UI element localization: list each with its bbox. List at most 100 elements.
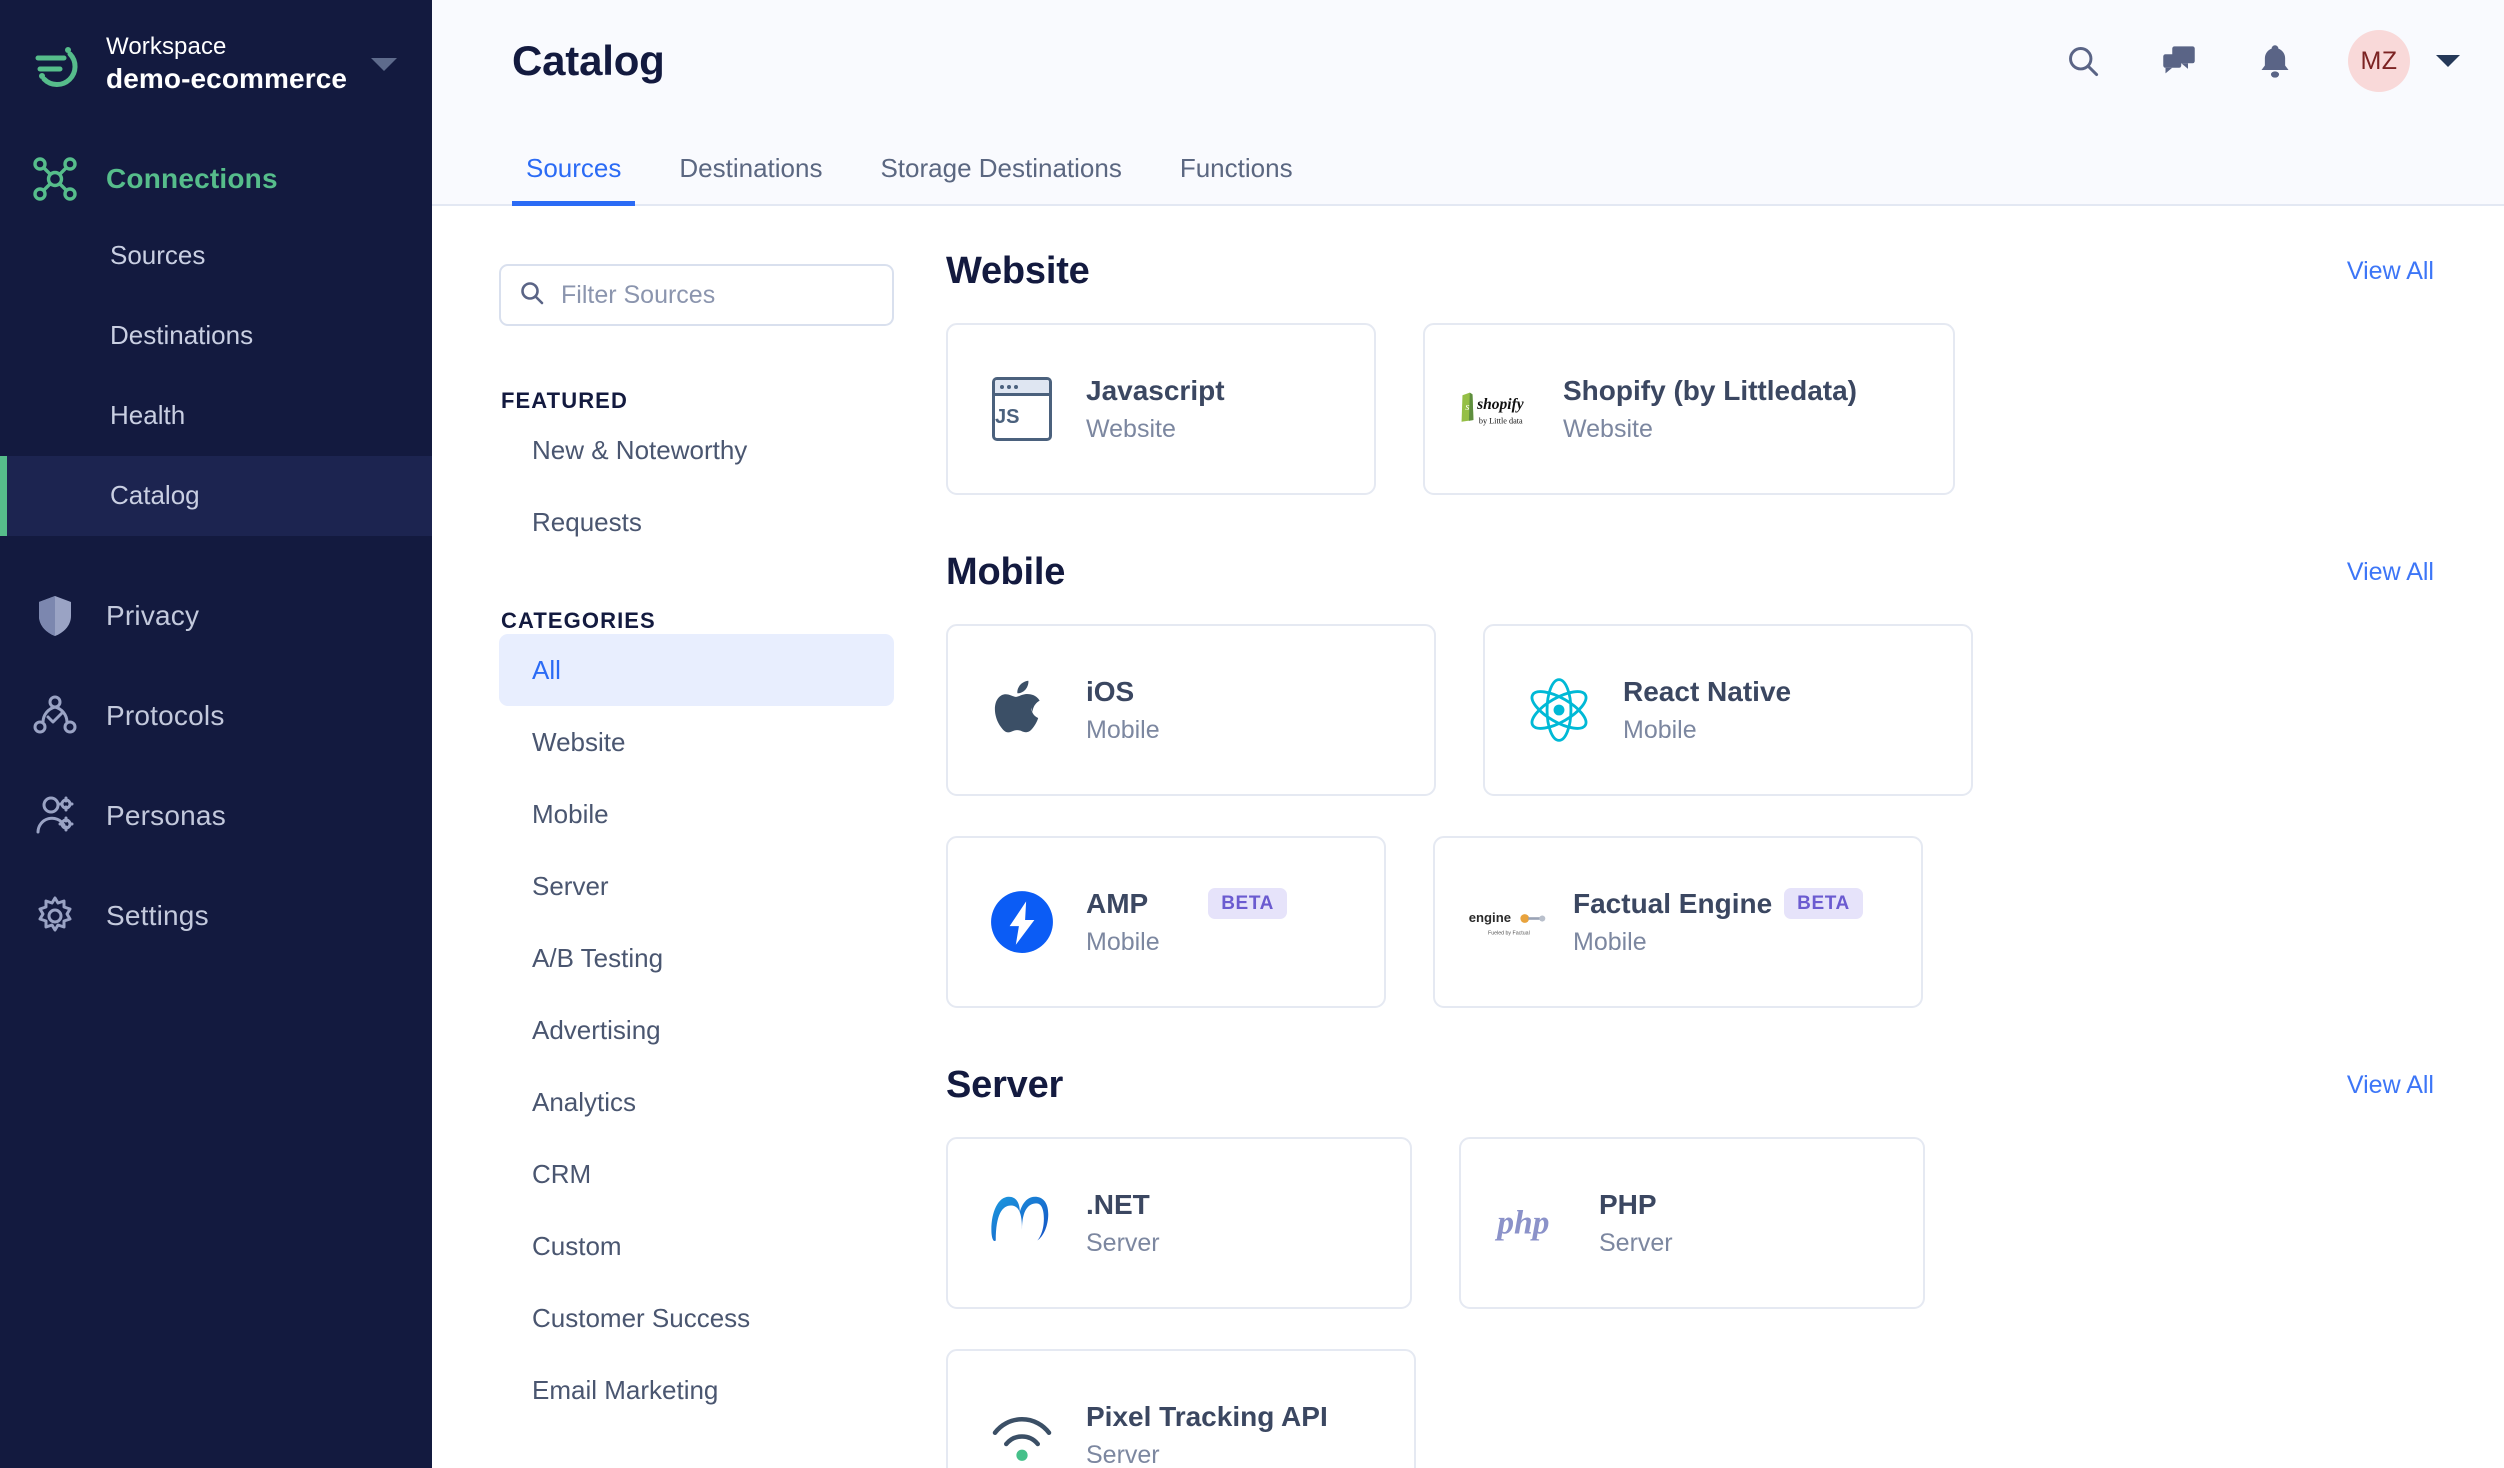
view-all-website[interactable]: View All	[2347, 257, 2434, 286]
sidebar-item-destinations[interactable]: Destinations	[0, 296, 432, 376]
sidebar-item-personas[interactable]: Personas	[0, 766, 432, 866]
page-title: Catalog	[512, 37, 665, 84]
filter-requests[interactable]: Requests	[499, 486, 894, 558]
workspace-text: Workspace demo-ecommerce	[106, 32, 347, 96]
card-category: Mobile	[1086, 715, 1160, 744]
chevron-down-icon[interactable]	[371, 58, 398, 71]
card-pixel-tracking-api[interactable]: Pixel Tracking API Server	[946, 1349, 1416, 1468]
category-all[interactable]: All	[499, 634, 894, 706]
category-label: Email Marketing	[532, 1374, 719, 1405]
card-title-row: iOS	[1086, 676, 1160, 708]
topbar: Catalog MZ	[432, 0, 2504, 122]
filter-label: New & Noteworthy	[532, 434, 748, 465]
card-grid-mobile: iOS Mobile React Native Mobile AMP BETA …	[946, 624, 2434, 1008]
chevron-down-icon[interactable]	[2436, 55, 2460, 67]
card-category: Mobile	[1623, 715, 1697, 744]
sidebar-item-protocols[interactable]: Protocols	[0, 666, 432, 766]
filter-new-and-noteworthy[interactable]: New & Noteworthy	[499, 414, 894, 486]
tab-sources[interactable]: Sources	[512, 153, 636, 206]
card-factual-engine[interactable]: engine Fueled by Factual Factual Engine …	[1433, 836, 1923, 1008]
filters-panel: FEATURED New & Noteworthy Requests CATEG…	[432, 206, 902, 1468]
filter-sources-search[interactable]	[499, 264, 894, 326]
search-icon	[519, 280, 545, 311]
card-body: React Native Mobile	[1623, 676, 1791, 745]
categories-heading: CATEGORIES	[501, 608, 656, 633]
category-label: Mobile	[532, 798, 609, 829]
category-server[interactable]: Server	[499, 850, 894, 922]
sidebar-subitem-label: Catalog	[110, 480, 200, 511]
sidebar-item-label: Settings	[106, 899, 209, 931]
sidebar-item-settings[interactable]: Settings	[0, 866, 432, 966]
card-amp[interactable]: AMP BETA Mobile	[946, 836, 1386, 1008]
view-all-mobile[interactable]: View All	[2347, 558, 2434, 587]
gear-icon	[30, 894, 80, 938]
card-dotnet[interactable]: .NET Server	[946, 1137, 1412, 1309]
section-title: Website	[946, 250, 1090, 292]
category-website[interactable]: Website	[499, 706, 894, 778]
avatar[interactable]: MZ	[2348, 30, 2410, 92]
sidebar-item-sources[interactable]: Sources	[0, 216, 432, 296]
sidebar: Workspace demo-ecommerce Connections Sou…	[0, 0, 432, 1468]
sidebar-subitem-label: Health	[110, 400, 186, 431]
view-all-server[interactable]: View All	[2347, 1071, 2434, 1100]
tab-functions[interactable]: Functions	[1166, 153, 1307, 204]
card-shopify-by-littledata[interactable]: s shopify by Little data Shopify (by Lit…	[1423, 323, 1955, 495]
category-analytics[interactable]: Analytics	[499, 1066, 894, 1138]
card-react-native[interactable]: React Native Mobile	[1483, 624, 1973, 796]
category-mobile[interactable]: Mobile	[499, 778, 894, 850]
card-title-row: Pixel Tracking API	[1086, 1401, 1328, 1433]
category-crm[interactable]: CRM	[499, 1138, 894, 1210]
search-icon[interactable]	[2060, 38, 2106, 84]
card-name: Shopify (by Littledata)	[1563, 374, 1857, 406]
card-body: Pixel Tracking API Server	[1086, 1401, 1328, 1468]
section-header-website: Website View All	[946, 250, 2434, 293]
category-customer-success[interactable]: Customer Success	[499, 1282, 894, 1354]
section-header-mobile: Mobile View All	[946, 551, 2434, 594]
tab-destinations[interactable]: Destinations	[665, 153, 836, 204]
bell-icon[interactable]	[2252, 38, 2298, 84]
svg-text:engine: engine	[1469, 910, 1511, 925]
tabbar: Sources Destinations Storage Destination…	[432, 122, 2504, 206]
card-php[interactable]: php PHP Server	[1459, 1137, 1925, 1309]
card-ios[interactable]: iOS Mobile	[946, 624, 1436, 796]
react-icon	[1517, 675, 1601, 745]
sidebar-item-catalog[interactable]: Catalog	[0, 455, 432, 536]
segment-logo-icon	[30, 38, 82, 90]
svg-text:by Little data: by Little data	[1479, 417, 1523, 426]
card-body: .NET Server	[1086, 1189, 1160, 1258]
card-name: Pixel Tracking API	[1086, 1400, 1328, 1432]
category-label: CRM	[532, 1158, 592, 1189]
workspace-switcher[interactable]: Workspace demo-ecommerce	[0, 18, 432, 110]
card-javascript[interactable]: JS Javascript Website	[946, 323, 1376, 495]
category-email-marketing[interactable]: Email Marketing	[499, 1354, 894, 1426]
sidebar-item-label: Privacy	[106, 599, 200, 631]
category-advertising[interactable]: Advertising	[499, 994, 894, 1066]
card-title-row: Javascript	[1086, 375, 1225, 407]
chat-icon[interactable]	[2156, 38, 2202, 84]
sidebar-item-health[interactable]: Health	[0, 376, 432, 456]
svg-text:shopify: shopify	[1476, 396, 1524, 413]
status-badge: BETA	[1784, 888, 1863, 919]
sidebar-item-connections[interactable]: Connections	[0, 142, 432, 216]
card-name: iOS	[1086, 675, 1135, 707]
card-category: Mobile	[1086, 927, 1160, 956]
filter-label: Requests	[532, 506, 642, 537]
tab-storage-destinations[interactable]: Storage Destinations	[866, 153, 1135, 204]
category-custom[interactable]: Custom	[499, 1210, 894, 1282]
card-grid-website: JS Javascript Website s shopify by Littl…	[946, 323, 2434, 495]
card-grid-server: .NET Server php PHP Server Pixel Trackin…	[946, 1137, 2434, 1468]
svg-text:Fueled by Factual: Fueled by Factual	[1488, 930, 1530, 936]
card-category: Server	[1599, 1228, 1673, 1257]
sidebar-item-privacy[interactable]: Privacy	[0, 566, 432, 666]
category-ab-testing[interactable]: A/B Testing	[499, 922, 894, 994]
shield-icon	[30, 594, 80, 638]
amp-icon	[980, 889, 1064, 955]
search-input[interactable]	[561, 280, 874, 310]
category-label: Analytics	[532, 1086, 637, 1117]
workspace-label: Workspace	[106, 33, 227, 60]
card-category: Server	[1086, 1440, 1160, 1468]
category-label: All	[532, 654, 561, 685]
php-icon: php	[1493, 1199, 1577, 1247]
section-title: Mobile	[946, 551, 1066, 593]
